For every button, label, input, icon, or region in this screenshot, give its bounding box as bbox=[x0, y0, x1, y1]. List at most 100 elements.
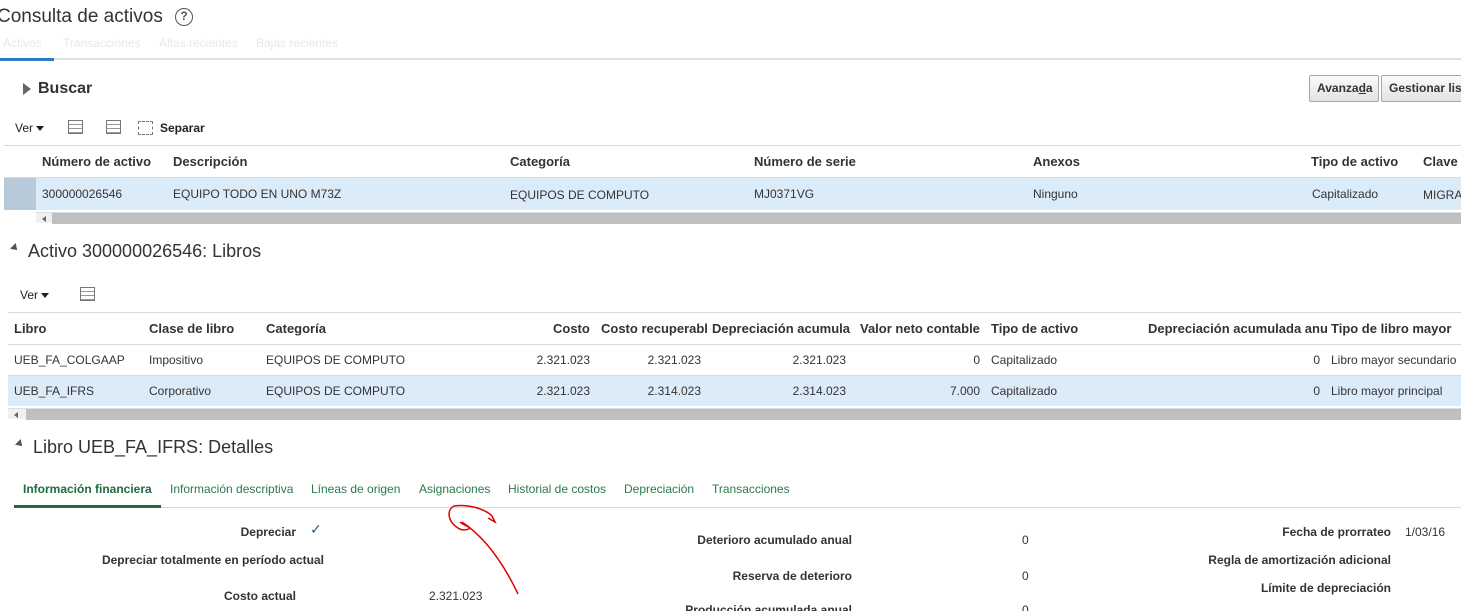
label-depreciation-limit: Límite de depreciación bbox=[1260, 581, 1391, 595]
expand-triangle-icon[interactable] bbox=[23, 83, 31, 95]
scrollbar-thumb[interactable] bbox=[52, 213, 1461, 224]
search-section-title[interactable]: Buscar bbox=[38, 80, 92, 98]
label-depreciate-fully: Depreciar totalmente en período actual bbox=[101, 553, 324, 567]
cell-accumulated-depreciation: 2.321.023 bbox=[792, 353, 846, 367]
scroll-left-icon[interactable] bbox=[14, 412, 18, 418]
tab-descriptive-info[interactable]: Información descriptiva bbox=[170, 482, 293, 496]
tab-altas-recientes[interactable]: Altas recientes bbox=[159, 36, 238, 50]
col-header-accumulated-depreciation[interactable]: Depreciación acumula bbox=[712, 321, 851, 336]
col-header-asset-type[interactable]: Tipo de activo bbox=[991, 321, 1078, 336]
col-header-net-book-value[interactable]: Valor neto contable bbox=[860, 321, 980, 336]
col-header-recoverable-cost[interactable]: Costo recuperabl bbox=[601, 321, 707, 336]
collapse-triangle-icon[interactable] bbox=[10, 243, 20, 253]
cell-serial-number: MJ0371VG bbox=[754, 187, 815, 201]
cell-ytd-depreciation: 0 bbox=[1313, 384, 1320, 398]
columns-icon[interactable] bbox=[80, 287, 95, 301]
tab-transacciones[interactable]: Transacciones bbox=[63, 36, 141, 50]
cell-book: UEB_FA_COLGAAP bbox=[14, 353, 125, 367]
freeze-icon[interactable] bbox=[106, 120, 121, 134]
scroll-left-icon[interactable] bbox=[42, 216, 46, 222]
col-header-asset-type[interactable]: Tipo de activo bbox=[1311, 154, 1398, 169]
scrollbar-thumb[interactable] bbox=[26, 409, 1461, 420]
value-prorate-date: 1/03/16 bbox=[1405, 525, 1446, 539]
col-header-description[interactable]: Descripción bbox=[173, 154, 247, 169]
value-ytd-production: 0 bbox=[1022, 603, 1029, 611]
col-header-category[interactable]: Categoría bbox=[266, 321, 326, 336]
col-header-serial-number[interactable]: Número de serie bbox=[754, 154, 856, 169]
label-impairment-reserve: Reserva de deterioro bbox=[732, 569, 852, 583]
col-header-ledger-type[interactable]: Tipo de libro mayor bbox=[1331, 321, 1451, 336]
table-row[interactable] bbox=[8, 376, 1461, 406]
tab-financial-info[interactable]: Información financiera bbox=[23, 482, 152, 496]
detach-label[interactable]: Separar bbox=[160, 121, 205, 135]
tab-assignments[interactable]: Asignaciones bbox=[419, 482, 490, 496]
cell-key: MIGRA bbox=[1423, 188, 1461, 202]
label-ytd-impairment: Deterioro acumulado anual bbox=[697, 533, 852, 547]
col-header-attachments[interactable]: Anexos bbox=[1033, 154, 1080, 169]
tabs-divider bbox=[0, 58, 1461, 60]
details-tabs-rule bbox=[14, 507, 1461, 508]
label-bonus-rule: Regla de amortización adicional bbox=[1208, 553, 1391, 567]
cell-attachments: Ninguno bbox=[1033, 187, 1078, 201]
dash-icon: — bbox=[309, 553, 321, 567]
cell-net-book-value: 7.000 bbox=[949, 384, 980, 398]
books-view-menu[interactable]: Ver bbox=[20, 288, 50, 302]
cell-asset-type: Capitalizado bbox=[991, 384, 1058, 398]
cell-category: EQUIPOS DE COMPUTO bbox=[266, 384, 406, 398]
value-ytd-impairment: 0 bbox=[1022, 533, 1029, 547]
cell-cost: 2.321.023 bbox=[536, 353, 590, 367]
advanced-search-button[interactable]: Avanzada bbox=[1309, 75, 1379, 102]
detach-icon[interactable] bbox=[138, 121, 153, 135]
tab-activos[interactable]: Activos bbox=[3, 36, 42, 50]
chevron-down-icon bbox=[36, 126, 45, 132]
view-menu[interactable]: Ver bbox=[15, 121, 45, 135]
cell-category: EQUIPOS DE COMPUTO bbox=[510, 188, 650, 202]
tab-depreciation[interactable]: Depreciación bbox=[624, 482, 694, 496]
cell-ledger-type: Libro mayor principal bbox=[1331, 384, 1443, 398]
check-icon: ✓ bbox=[310, 521, 322, 537]
col-header-asset-number[interactable]: Número de activo bbox=[42, 154, 151, 169]
table-top-rule bbox=[4, 145, 1461, 146]
active-tab-indicator bbox=[0, 58, 54, 61]
manage-list-button[interactable]: Gestionar lis bbox=[1381, 75, 1461, 102]
cell-recoverable-cost: 2.321.023 bbox=[647, 353, 701, 367]
cell-asset-number: 300000026546 bbox=[42, 187, 123, 201]
cell-cost: 2.321.023 bbox=[536, 384, 590, 398]
col-header-ytd-depreciation[interactable]: Depreciación acumulada anu bbox=[1148, 321, 1327, 336]
annotation-arrow-icon bbox=[448, 504, 519, 595]
chevron-down-icon bbox=[41, 293, 50, 299]
col-header-key[interactable]: Clave bbox=[1423, 154, 1458, 169]
collapse-triangle-icon[interactable] bbox=[15, 439, 25, 449]
active-tab-indicator bbox=[14, 505, 161, 508]
cell-accumulated-depreciation: 2.314.023 bbox=[792, 384, 846, 398]
col-header-cost[interactable]: Costo bbox=[553, 321, 590, 336]
cell-asset-type: Capitalizado bbox=[991, 353, 1058, 367]
label-ytd-production: Producción acumulada anual bbox=[685, 603, 852, 611]
cell-category: EQUIPOS DE COMPUTO bbox=[266, 353, 406, 367]
col-header-category[interactable]: Categoría bbox=[510, 154, 570, 169]
label-prorate-date: Fecha de prorrateo bbox=[1282, 525, 1391, 539]
help-icon[interactable]: ? bbox=[175, 8, 193, 26]
tab-bajas-recientes[interactable]: Bajas recientes bbox=[256, 36, 338, 50]
books-header-rule bbox=[8, 344, 1461, 345]
row-selector[interactable] bbox=[4, 178, 36, 210]
books-section-title: Activo 300000026546: Libros bbox=[28, 241, 262, 261]
cell-recoverable-cost: 2.314.023 bbox=[647, 384, 701, 398]
details-section-title: Libro UEB_FA_IFRS: Detalles bbox=[33, 437, 274, 457]
label-current-cost: Costo actual bbox=[223, 589, 296, 603]
books-table-top-rule bbox=[8, 312, 1461, 313]
cell-net-book-value: 0 bbox=[973, 353, 980, 367]
value-impairment-reserve: 0 bbox=[1022, 569, 1029, 583]
cell-description: EQUIPO TODO EN UNO M73Z bbox=[173, 187, 342, 201]
cell-book-class: Impositivo bbox=[149, 353, 204, 367]
cell-ytd-depreciation: 0 bbox=[1313, 353, 1320, 367]
col-header-book-class[interactable]: Clase de libro bbox=[149, 321, 234, 336]
cell-ledger-type: Libro mayor secundario bbox=[1331, 353, 1457, 367]
tab-transactions[interactable]: Transacciones bbox=[712, 482, 790, 496]
cell-book-class: Corporativo bbox=[149, 384, 212, 398]
columns-icon[interactable] bbox=[68, 120, 83, 134]
tab-source-lines[interactable]: Líneas de origen bbox=[311, 482, 400, 496]
col-header-book[interactable]: Libro bbox=[14, 321, 47, 336]
page-title: Consulta de activos bbox=[0, 6, 163, 27]
tab-cost-history[interactable]: Historial de costos bbox=[508, 482, 606, 496]
